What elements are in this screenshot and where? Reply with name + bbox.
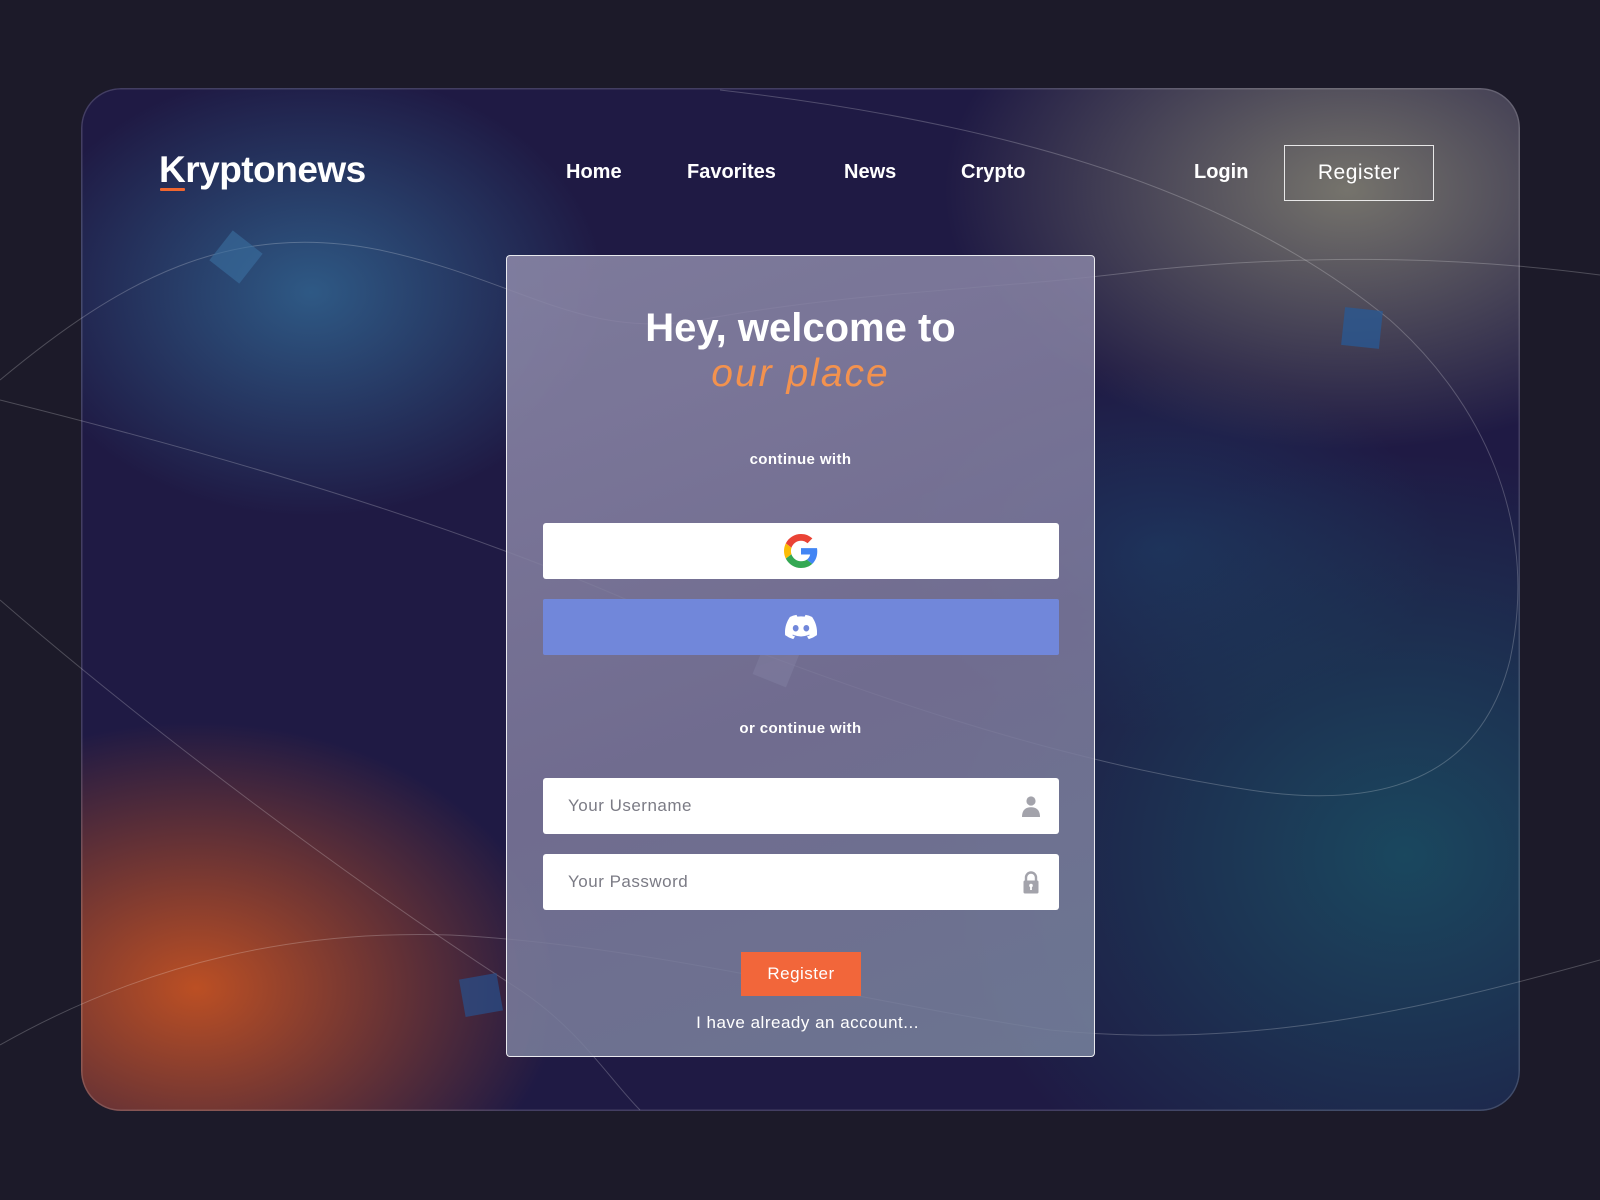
nav-home[interactable]: Home xyxy=(566,157,622,187)
continue-with-label: continue with xyxy=(749,451,852,468)
nav-favorites[interactable]: Favorites xyxy=(687,157,776,187)
logo-underline xyxy=(160,188,185,191)
or-continue-with-label: or continue with xyxy=(739,720,862,737)
register-card: Hey, welcome to our place continue with … xyxy=(506,255,1095,1057)
brand-logo[interactable]: Kryptonews xyxy=(159,148,366,192)
welcome-heading-accent: our place xyxy=(711,352,890,395)
nav-login[interactable]: Login xyxy=(1194,157,1248,187)
google-icon xyxy=(784,534,818,568)
discord-icon xyxy=(785,614,817,640)
username-field xyxy=(543,778,1059,834)
password-field xyxy=(543,854,1059,910)
username-input[interactable] xyxy=(543,778,1059,834)
lock-icon xyxy=(1023,871,1039,894)
header-register-button[interactable]: Register xyxy=(1284,145,1434,201)
existing-account-link[interactable]: I have already an account... xyxy=(507,1013,1094,1033)
nav-crypto[interactable]: Crypto xyxy=(961,157,1025,187)
password-input[interactable] xyxy=(543,854,1059,910)
user-icon xyxy=(1022,796,1040,817)
nav-news[interactable]: News xyxy=(844,157,896,187)
register-submit-button[interactable]: Register xyxy=(741,952,861,996)
welcome-heading: Hey, welcome to xyxy=(645,306,956,350)
google-login-button[interactable] xyxy=(543,523,1059,579)
discord-login-button[interactable] xyxy=(543,599,1059,655)
